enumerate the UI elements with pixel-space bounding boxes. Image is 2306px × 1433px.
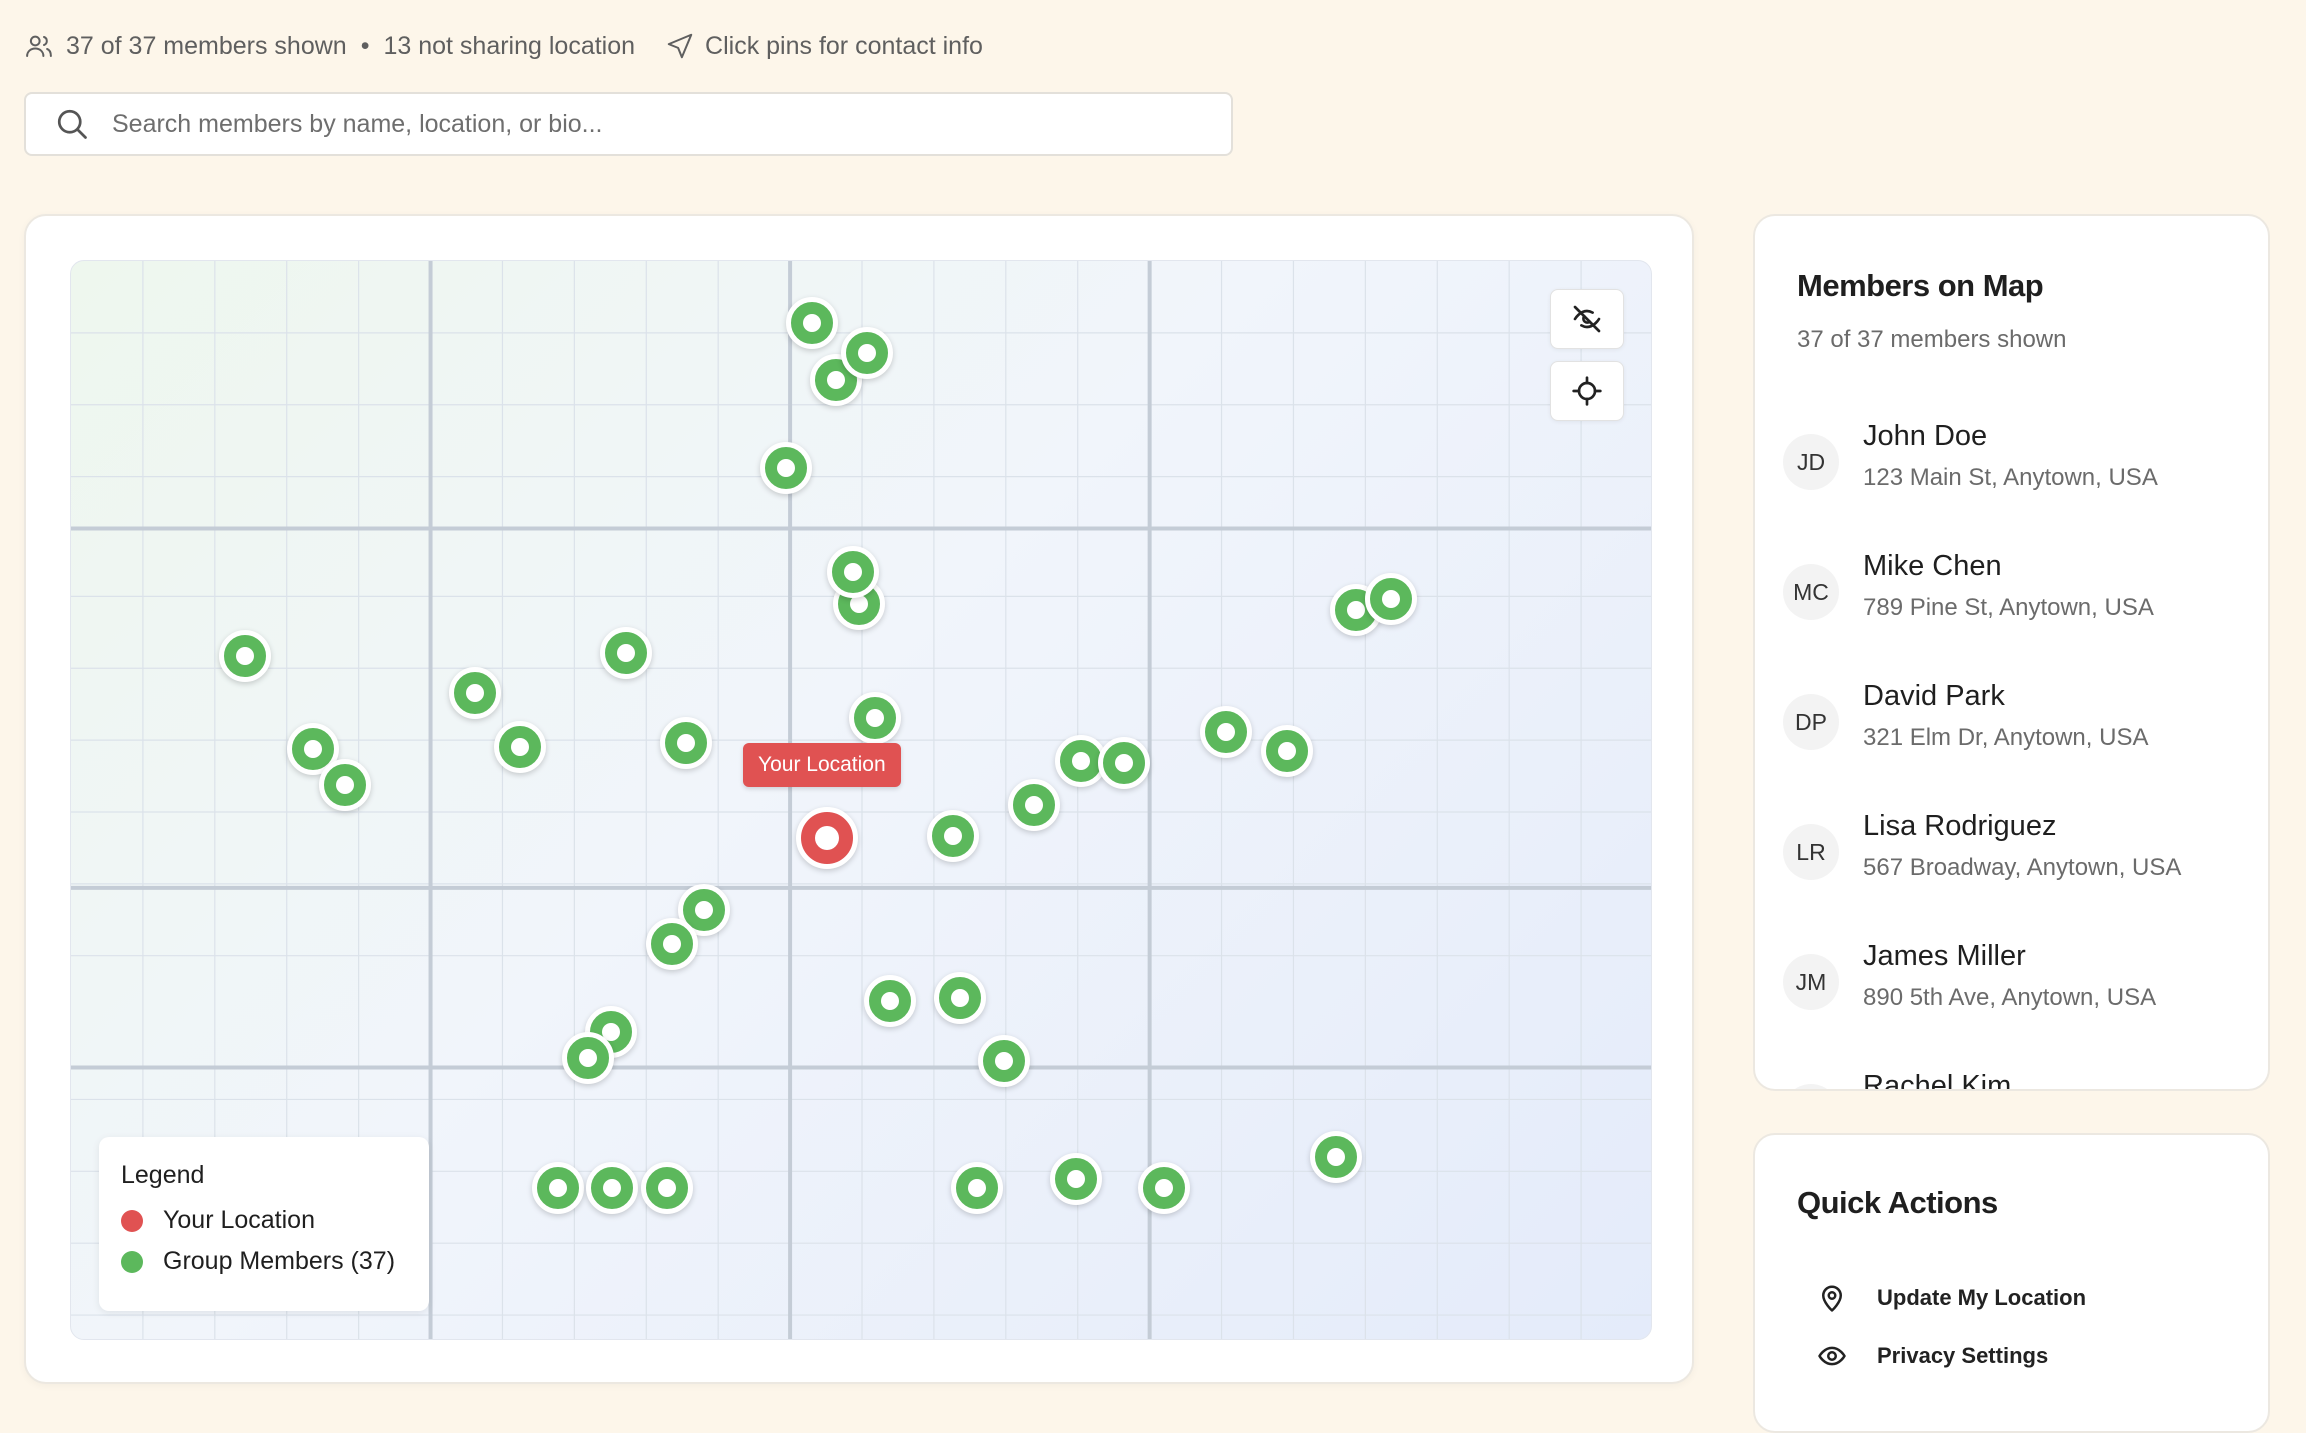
member-pin[interactable] — [1200, 706, 1252, 758]
legend-group-members: Group Members (37) — [121, 1247, 407, 1276]
avatar: JD — [1783, 434, 1839, 490]
your-location-label: Your Location — [743, 743, 901, 787]
member-list[interactable]: JD John Doe 123 Main St, Anytown, USA MC… — [1755, 420, 2268, 1090]
legend-your-location: Your Location — [121, 1206, 407, 1235]
navigation-arrow-icon — [667, 33, 693, 59]
search-icon — [57, 109, 87, 139]
map-card: Your Location Legend Your Location Group… — [24, 214, 1694, 1384]
member-pin[interactable] — [927, 810, 979, 862]
member-pin[interactable] — [864, 975, 916, 1027]
privacy-settings-label: Privacy Settings — [1877, 1343, 2049, 1368]
privacy-settings-button[interactable]: Privacy Settings — [1817, 1341, 2048, 1371]
member-pin[interactable] — [951, 1162, 1003, 1214]
hint-text: Click pins for contact info — [705, 31, 983, 60]
member-pin[interactable] — [1050, 1153, 1102, 1205]
member-pin[interactable] — [494, 721, 546, 773]
separator-dot: • — [360, 31, 370, 60]
member-pin[interactable] — [600, 627, 652, 679]
list-item[interactable]: JD John Doe 123 Main St, Anytown, USA — [1755, 420, 2268, 550]
member-pin[interactable] — [1138, 1162, 1190, 1214]
member-name: Mike Chen — [1863, 550, 2002, 582]
eye-off-icon — [1573, 305, 1601, 333]
not-sharing-count: 13 not sharing location — [383, 31, 636, 60]
member-pin[interactable] — [786, 297, 838, 349]
list-item[interactable]: RK Rachel Kim — [1755, 1070, 2268, 1090]
map-legend: Legend Your Location Group Members (37) — [99, 1137, 429, 1311]
update-location-label: Update My Location — [1877, 1285, 2087, 1310]
avatar: LR — [1783, 824, 1839, 880]
legend-title: Legend — [121, 1161, 205, 1189]
avatar: JM — [1783, 954, 1839, 1010]
member-address: 789 Pine St, Anytown, USA — [1863, 594, 2154, 621]
member-pin[interactable] — [841, 327, 893, 379]
member-pin[interactable] — [219, 630, 271, 682]
red-dot-icon — [121, 1209, 143, 1232]
member-pin[interactable] — [1261, 725, 1313, 777]
member-pin[interactable] — [532, 1162, 584, 1214]
member-pin[interactable] — [449, 667, 501, 719]
member-name: David Park — [1863, 680, 2005, 712]
map-pin-icon — [1822, 1285, 1842, 1312]
member-pin[interactable] — [641, 1162, 693, 1214]
locate-me-button[interactable] — [1550, 361, 1624, 421]
crosshair-icon — [1572, 376, 1602, 406]
list-item[interactable]: JM James Miller 890 5th Ave, Anytown, US… — [1755, 940, 2268, 1070]
update-location-button[interactable]: Update My Location — [1817, 1283, 2086, 1313]
users-icon — [26, 35, 52, 57]
pins-hint: Click pins for contact info — [665, 31, 983, 61]
list-item[interactable]: LR Lisa Rodriguez 567 Broadway, Anytown,… — [1755, 810, 2268, 940]
member-address: 890 5th Ave, Anytown, USA — [1863, 984, 2157, 1011]
legend-group-members-label: Group Members (37) — [163, 1247, 396, 1275]
member-name: Lisa Rodriguez — [1863, 810, 2057, 842]
members-panel-title: Members on Map — [1797, 268, 2044, 303]
list-item[interactable]: DP David Park 321 Elm Dr, Anytown, USA — [1755, 680, 2268, 810]
quick-actions-title: Quick Actions — [1797, 1185, 1998, 1220]
avatar: RK — [1783, 1084, 1839, 1089]
member-address: 123 Main St, Anytown, USA — [1863, 464, 2158, 491]
member-address: 567 Broadway, Anytown, USA — [1863, 854, 2182, 881]
member-name: James Miller — [1863, 940, 2026, 972]
status-bar: 37 of 37 members shown • 13 not sharing … — [24, 26, 983, 66]
hide-members-button[interactable] — [1550, 289, 1624, 349]
member-pin[interactable] — [646, 918, 698, 970]
member-pin[interactable] — [660, 717, 712, 769]
member-pin[interactable] — [934, 972, 986, 1024]
avatar: MC — [1783, 564, 1839, 620]
member-pin[interactable] — [1310, 1131, 1362, 1183]
quick-actions-panel: Quick Actions Update My Location Privacy… — [1753, 1133, 2270, 1433]
member-name: John Doe — [1863, 420, 1988, 452]
legend-your-location-label: Your Location — [163, 1206, 315, 1234]
green-dot-icon — [121, 1250, 143, 1273]
search-input[interactable] — [112, 109, 1112, 139]
member-pin[interactable] — [1098, 737, 1150, 789]
member-pin[interactable] — [849, 692, 901, 744]
avatar: DP — [1783, 694, 1839, 750]
member-pin[interactable] — [319, 759, 371, 811]
member-map[interactable]: Your Location Legend Your Location Group… — [70, 260, 1652, 1340]
member-pin[interactable] — [760, 442, 812, 494]
eye-icon — [1818, 1346, 1846, 1366]
member-pin[interactable] — [1365, 573, 1417, 625]
member-pin[interactable] — [586, 1162, 638, 1214]
search-box — [24, 92, 1233, 156]
list-item[interactable]: MC Mike Chen 789 Pine St, Anytown, USA — [1755, 550, 2268, 680]
members-panel-subtitle: 37 of 37 members shown — [1797, 326, 2067, 353]
member-pin[interactable] — [562, 1032, 614, 1084]
members-panel: Members on Map 37 of 37 members shown JD… — [1753, 214, 2270, 1091]
member-pin[interactable] — [978, 1035, 1030, 1087]
member-pin[interactable] — [827, 546, 879, 598]
member-pin[interactable] — [1008, 779, 1060, 831]
members-shown-count: 37 of 37 members shown — [66, 31, 347, 60]
your-location-pin[interactable] — [796, 807, 858, 869]
member-address: 321 Elm Dr, Anytown, USA — [1863, 724, 2149, 751]
member-name: Rachel Kim — [1863, 1070, 2012, 1090]
